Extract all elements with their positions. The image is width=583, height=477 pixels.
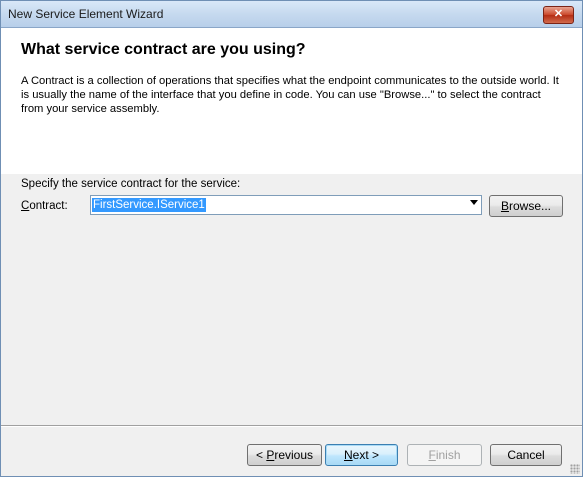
next-mnemonic: N	[343, 448, 353, 462]
cancel-label: Cancel	[507, 448, 545, 462]
close-button[interactable]: ✕	[543, 6, 574, 24]
next-label: ext >	[352, 448, 380, 462]
browse-label: rowse...	[509, 199, 552, 213]
browse-button[interactable]: Browse...	[489, 195, 563, 217]
cancel-button[interactable]: Cancel	[490, 444, 562, 466]
contract-label: Contract:	[21, 200, 68, 212]
title-bar[interactable]: New Service Element Wizard ✕	[1, 1, 582, 28]
next-button[interactable]: Next >	[325, 444, 398, 466]
close-icon: ✕	[553, 8, 564, 20]
specify-contract-label: Specify the service contract for the ser…	[21, 178, 241, 190]
previous-prefix: <	[255, 448, 267, 462]
finish-button: Finish	[407, 444, 482, 466]
resize-grip-icon[interactable]	[570, 464, 580, 474]
contract-label-text: ontract:	[29, 200, 68, 212]
wizard-header: What service contract are you using? A C…	[1, 28, 582, 174]
window-title: New Service Element Wizard	[8, 7, 164, 21]
contract-combobox[interactable]: FirstService.IService1	[90, 195, 482, 215]
footer-divider	[1, 425, 582, 427]
browse-mnemonic: B	[500, 199, 509, 213]
previous-label: revious	[274, 448, 314, 462]
previous-button[interactable]: < Previous	[247, 444, 322, 466]
contract-combobox-value[interactable]: FirstService.IService1	[92, 198, 206, 212]
page-title: What service contract are you using?	[21, 41, 306, 58]
page-description: A Contract is a collection of operations…	[21, 75, 559, 115]
finish-mnemonic: F	[428, 448, 436, 462]
chevron-down-icon[interactable]	[470, 200, 478, 205]
finish-label: inish	[435, 448, 461, 462]
wizard-window: New Service Element Wizard ✕ What servic…	[0, 0, 583, 477]
